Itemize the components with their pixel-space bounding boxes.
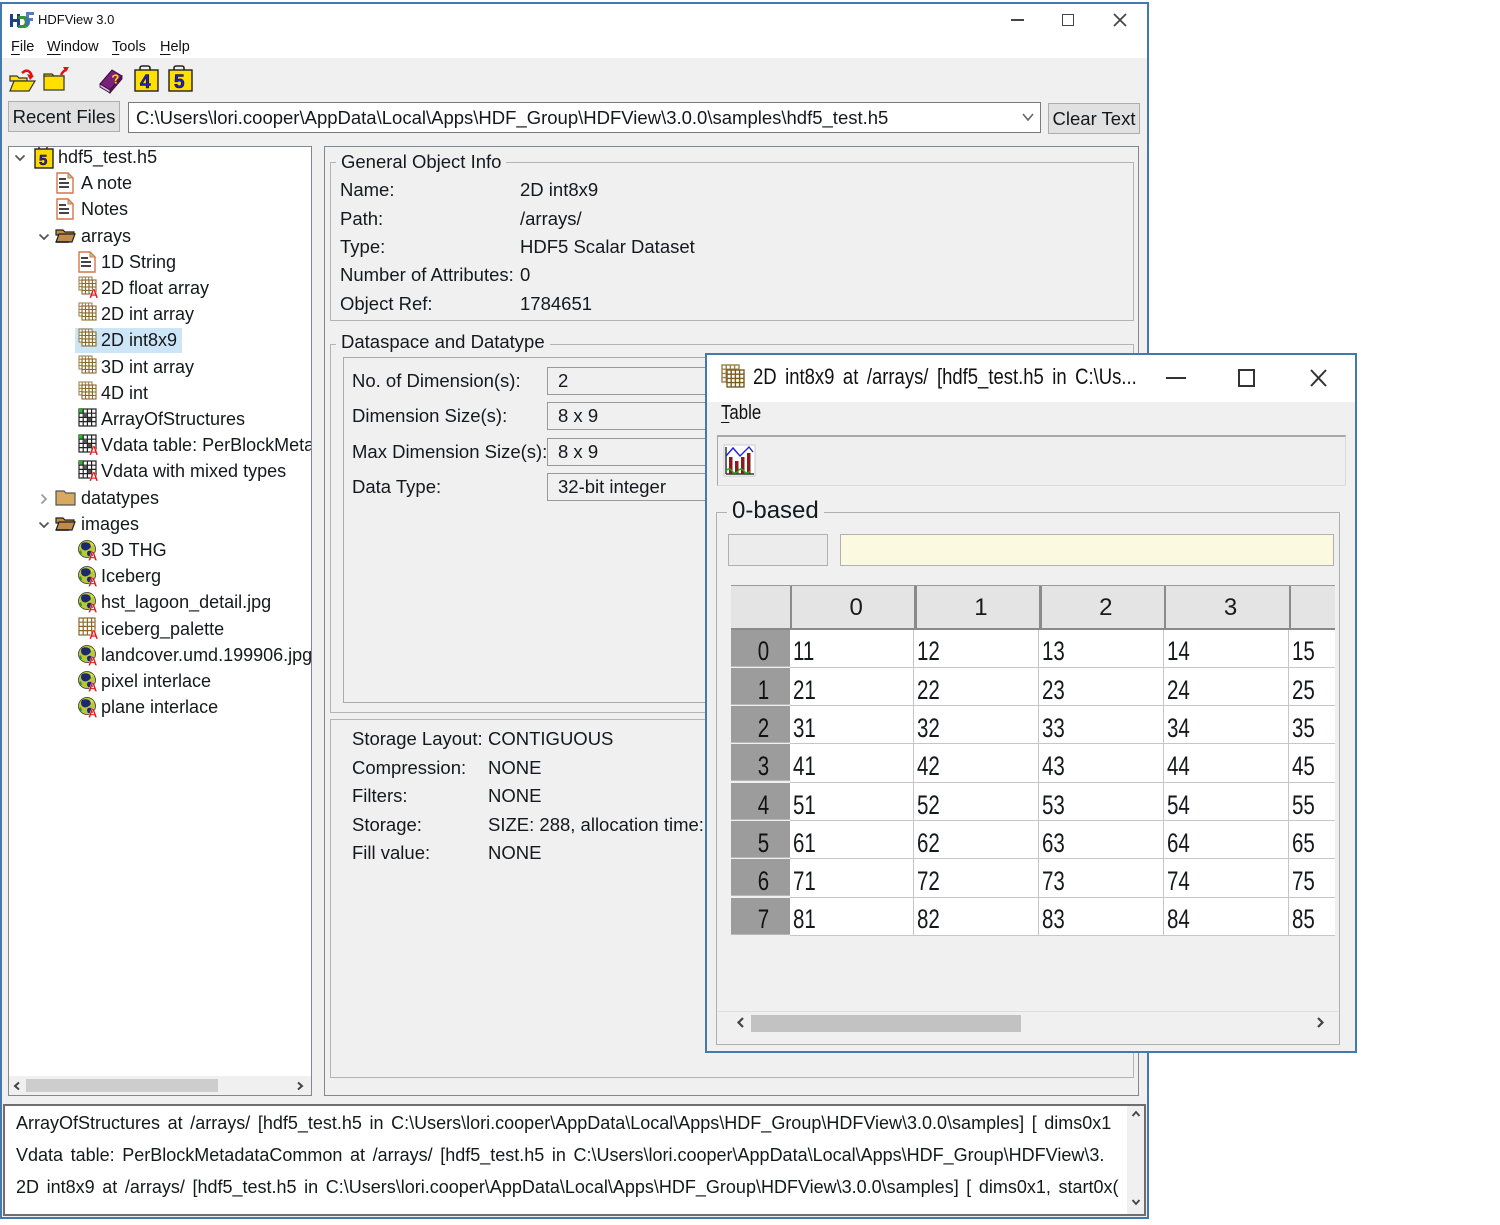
svg-text:4: 4 bbox=[140, 72, 151, 93]
svg-text:A: A bbox=[88, 601, 98, 614]
svg-text:A: A bbox=[88, 653, 98, 666]
svg-text:A: A bbox=[89, 469, 99, 481]
svg-text:5: 5 bbox=[39, 152, 47, 169]
svg-text:A: A bbox=[88, 575, 98, 588]
svg-text:A: A bbox=[88, 706, 98, 719]
svg-text:A: A bbox=[88, 680, 98, 693]
svg-text:A: A bbox=[89, 443, 99, 455]
svg-text:5: 5 bbox=[174, 72, 185, 93]
svg-text:A: A bbox=[88, 549, 98, 562]
svg-text:A: A bbox=[89, 627, 99, 639]
svg-text:A: A bbox=[89, 286, 99, 298]
svg-text:?: ? bbox=[111, 71, 121, 87]
